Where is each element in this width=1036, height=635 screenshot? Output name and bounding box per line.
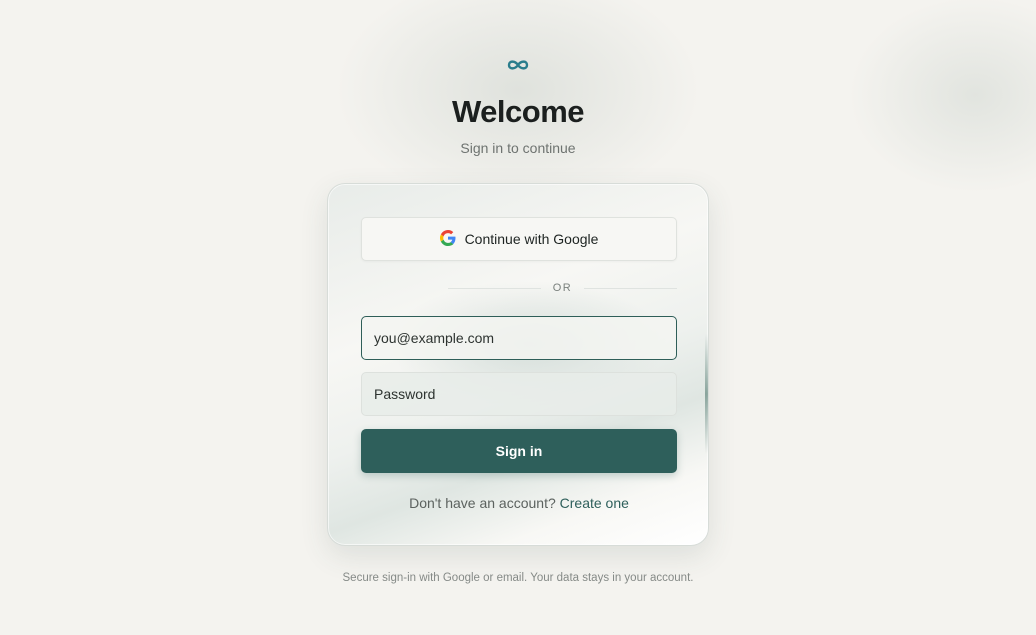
or-divider: OR: [448, 280, 677, 296]
signup-prompt-text: Don't have an account?: [409, 495, 556, 511]
divider-label: OR: [552, 282, 573, 294]
page-title: Welcome: [451, 94, 585, 129]
sign-in-card: Continue with Google OR Sign in Don't ha…: [327, 183, 709, 546]
divider-line-left: [448, 287, 541, 289]
page-subtitle: Sign in to continue: [460, 140, 576, 156]
signup-prompt: Don't have an account? Create one: [328, 495, 708, 511]
divider-line-right: [584, 287, 677, 289]
password-field[interactable]: [361, 372, 677, 416]
create-account-link[interactable]: Create one: [560, 495, 629, 511]
google-icon: [439, 229, 456, 249]
google-sign-in-button[interactable]: Continue with Google: [361, 217, 677, 261]
sign-in-button[interactable]: Sign in: [361, 429, 677, 473]
google-button-label: Continue with Google: [464, 231, 599, 247]
infinity-icon: [505, 57, 531, 73]
sign-in-page: Welcome Sign in to continue Continue wit…: [0, 0, 1036, 635]
footer-note: Secure sign-in with Google or email. You…: [342, 572, 694, 584]
email-field[interactable]: [361, 316, 677, 360]
